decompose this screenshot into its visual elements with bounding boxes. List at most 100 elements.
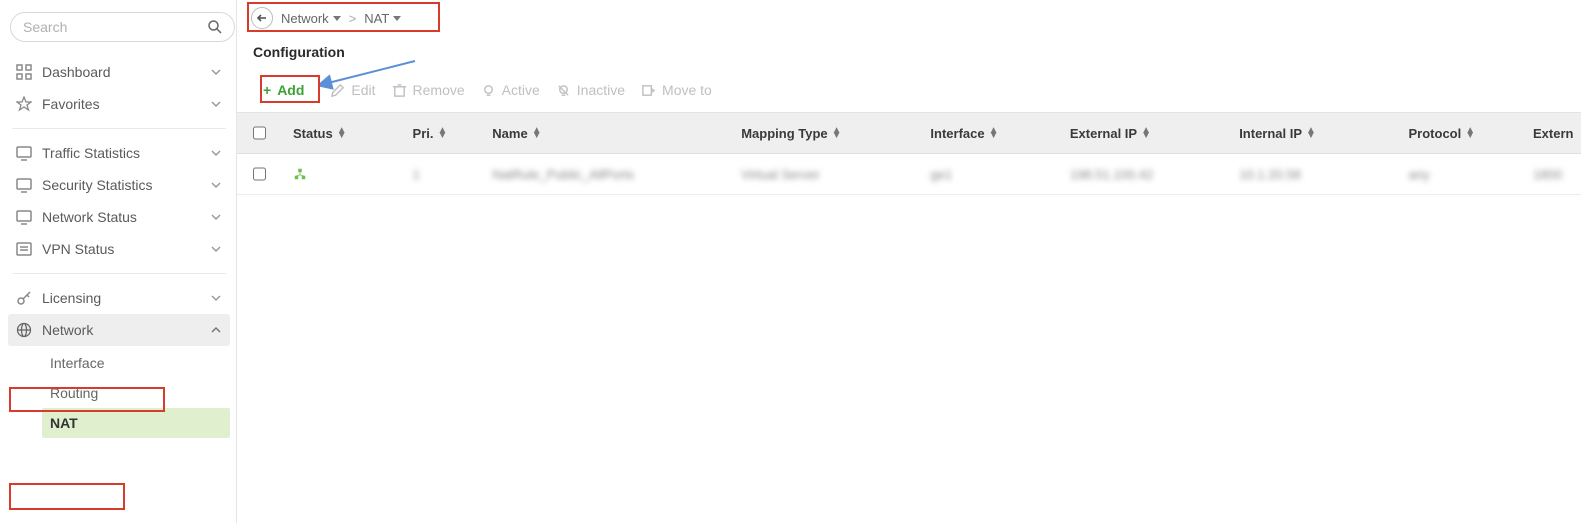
th-checkbox — [237, 113, 281, 153]
table-row[interactable]: 1 NatRule_Public_AllPorts Virtual Server… — [237, 154, 1581, 195]
breadcrumb-network[interactable]: Network — [281, 11, 341, 26]
sort-icon: ▲▼ — [1141, 128, 1151, 138]
chevron-up-icon — [210, 324, 222, 336]
nav-label: Security Statistics — [42, 177, 210, 193]
chevron-down-icon — [210, 66, 222, 78]
monitor-icon — [16, 209, 32, 225]
th-label: Interface — [930, 126, 984, 141]
add-button[interactable]: + Add — [253, 78, 314, 102]
select-all-checkbox[interactable] — [253, 126, 266, 140]
chevron-down-icon — [210, 211, 222, 223]
move-icon — [641, 83, 656, 98]
th-status[interactable]: Status ▲▼ — [281, 113, 401, 153]
breadcrumb-nat[interactable]: NAT — [364, 11, 401, 26]
search-icon — [206, 18, 224, 36]
th-pri[interactable]: Pri. ▲▼ — [401, 113, 481, 153]
cell-mapping-type: Virtual Server — [729, 154, 918, 194]
sidebar-item-licensing[interactable]: Licensing — [8, 282, 230, 314]
edit-button[interactable]: Edit — [330, 82, 375, 98]
th-label: Extern — [1533, 126, 1573, 141]
th-label: Pri. — [413, 126, 434, 141]
inactive-button[interactable]: Inactive — [556, 82, 625, 98]
sidebar-item-network[interactable]: Network — [8, 314, 230, 346]
bulb-on-icon — [481, 83, 496, 98]
sort-icon: ▲▼ — [532, 128, 542, 138]
edit-label: Edit — [351, 82, 375, 98]
sidebar-item-traffic-statistics[interactable]: Traffic Statistics — [8, 137, 230, 169]
th-label: Name — [492, 126, 527, 141]
th-name[interactable]: Name ▲▼ — [480, 113, 729, 153]
breadcrumb-label: NAT — [364, 11, 389, 26]
inactive-label: Inactive — [577, 82, 625, 98]
nav-label: Network — [42, 322, 210, 338]
table-body: 1 NatRule_Public_AllPorts Virtual Server… — [237, 154, 1581, 195]
nav-label: Traffic Statistics — [42, 145, 210, 161]
globe-icon — [16, 322, 32, 338]
cell-external-port: 1800 — [1521, 154, 1581, 194]
breadcrumb-separator: > — [349, 11, 357, 26]
remove-button[interactable]: Remove — [392, 82, 465, 98]
divider — [12, 273, 226, 274]
th-internal-ip[interactable]: Internal IP ▲▼ — [1227, 113, 1396, 153]
subnav-item-routing[interactable]: Routing — [42, 378, 230, 408]
grid-icon — [16, 64, 32, 80]
plus-icon: + — [263, 82, 271, 98]
cell-name: NatRule_Public_AllPorts — [480, 154, 729, 194]
bulb-off-icon — [556, 83, 571, 98]
sidebar-item-favorites[interactable]: Favorites — [8, 88, 230, 120]
toolbar: + Add Edit Remove Active Inactive Move t… — [237, 70, 1581, 112]
moveto-button[interactable]: Move to — [641, 82, 712, 98]
th-external-ip[interactable]: External IP ▲▼ — [1058, 113, 1227, 153]
nav-label: Licensing — [42, 290, 210, 306]
th-label: Status — [293, 126, 333, 141]
sort-icon: ▲▼ — [1465, 128, 1475, 138]
chevron-down-icon — [210, 98, 222, 110]
sidebar-item-dashboard[interactable]: Dashboard — [8, 56, 230, 88]
chevron-down-icon — [210, 179, 222, 191]
sort-icon: ▲▼ — [989, 128, 999, 138]
subnav-item-interface[interactable]: Interface — [42, 348, 230, 378]
nav-label: Network Status — [42, 209, 210, 225]
pencil-icon — [330, 83, 345, 98]
sidebar-item-security-statistics[interactable]: Security Statistics — [8, 169, 230, 201]
list-icon — [16, 241, 32, 257]
sort-icon: ▲▼ — [438, 128, 448, 138]
chevron-down-icon — [210, 243, 222, 255]
th-label: Internal IP — [1239, 126, 1302, 141]
search-row — [8, 8, 230, 52]
nav-label: Dashboard — [42, 64, 210, 80]
key-icon — [16, 290, 32, 306]
subnav-item-nat[interactable]: NAT — [42, 408, 230, 438]
breadcrumb: Network > NAT — [237, 0, 1581, 36]
cell-internal-ip: 10.1.20.58 — [1227, 154, 1396, 194]
th-protocol[interactable]: Protocol ▲▼ — [1397, 113, 1522, 153]
th-mapping-type[interactable]: Mapping Type ▲▼ — [729, 113, 918, 153]
status-up-icon — [293, 167, 307, 181]
caret-down-icon — [333, 16, 341, 21]
sidebar: Dashboard Favorites Traffic Statistics S… — [0, 0, 237, 523]
th-external-port[interactable]: Extern — [1521, 113, 1581, 153]
search-box[interactable] — [10, 12, 235, 42]
th-interface[interactable]: Interface ▲▼ — [918, 113, 1057, 153]
search-input[interactable] — [21, 18, 206, 36]
monitor-icon — [16, 177, 32, 193]
back-button[interactable] — [251, 7, 273, 29]
add-label: Add — [277, 82, 304, 98]
cell-interface: ge1 — [919, 154, 1058, 194]
breadcrumb-label: Network — [281, 11, 329, 26]
sidebar-item-network-status[interactable]: Network Status — [8, 201, 230, 233]
cell-external-ip: 198.51.100.42 — [1058, 154, 1227, 194]
main-content: Network > NAT Configuration + Add Edit R… — [237, 0, 1581, 523]
monitor-icon — [16, 145, 32, 161]
row-checkbox[interactable] — [253, 167, 266, 181]
caret-down-icon — [393, 16, 401, 21]
chevron-down-icon — [210, 147, 222, 159]
th-label: External IP — [1070, 126, 1137, 141]
table-header: Status ▲▼ Pri. ▲▼ Name ▲▼ Mapping Type ▲… — [237, 113, 1581, 154]
cell-pri: 1 — [401, 154, 481, 194]
sort-icon: ▲▼ — [1306, 128, 1316, 138]
active-button[interactable]: Active — [481, 82, 540, 98]
chevron-down-icon — [210, 292, 222, 304]
remove-label: Remove — [413, 82, 465, 98]
sidebar-item-vpn-status[interactable]: VPN Status — [8, 233, 230, 265]
